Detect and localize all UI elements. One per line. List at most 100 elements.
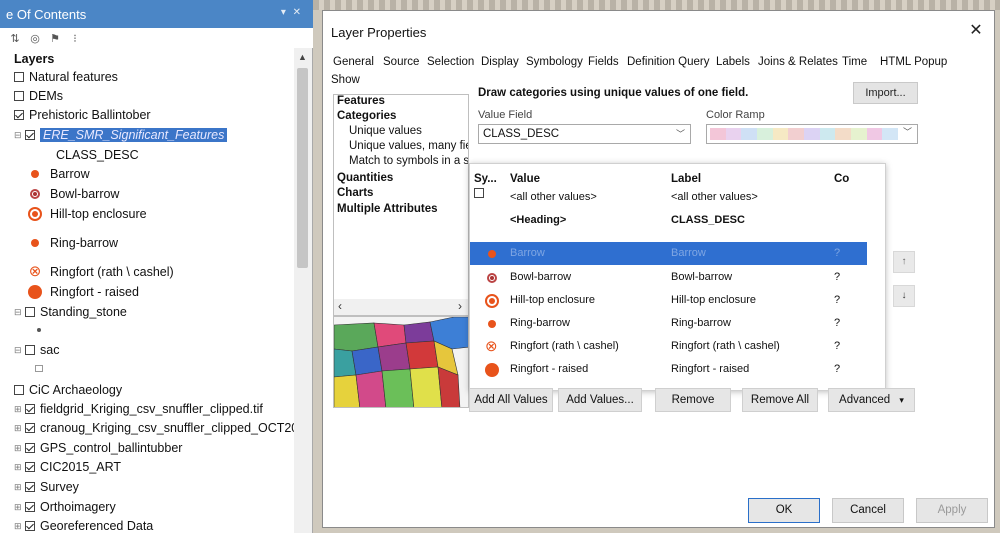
category-match-to-symbols[interactable]: Match to symbols in a st [349,155,468,167]
layer-standing-stone[interactable]: ⊟ Standing_stone [14,303,127,321]
tab-source[interactable]: Source [383,56,419,68]
tab-joins-relates[interactable]: Joins & Relates [758,56,838,68]
table-row[interactable]: ⊗ Ringfort (rath \ cashel) Ringfort (rat… [470,335,867,358]
move-up-arrow-icon[interactable]: ↑ [893,251,915,273]
expand-icon[interactable]: ⊞ [14,482,23,493]
table-row-selected[interactable]: Barrow Barrow ? [470,242,867,265]
table-row[interactable]: <Heading> CLASS_DESC [470,209,867,232]
checkbox[interactable] [25,423,35,433]
close-icon[interactable]: ✕ [964,19,988,43]
checkbox[interactable] [14,91,24,101]
category-unique-values-many[interactable]: Unique values, many fie [349,140,468,152]
expand-icon[interactable]: ⊞ [14,462,23,473]
table-row[interactable]: Ring-barrow Ring-barrow ? [470,312,867,335]
collapse-icon[interactable]: ⊟ [14,345,23,356]
checkbox[interactable] [25,502,35,512]
category-multiple-attributes[interactable]: Multiple Attributes [337,203,438,215]
value-field-select[interactable]: CLASS_DESC ﹀ [478,124,691,144]
category-features[interactable]: Features [337,95,385,107]
layer-cic-archaeology[interactable]: CiC Archaeology [14,381,122,399]
category-unique-values[interactable]: Unique values [349,125,422,137]
category-quantities[interactable]: Quantities [337,172,393,184]
draw-categories-label: Draw categories using unique values of o… [478,87,749,99]
chevron-down-icon: ﹀ [902,127,912,137]
checkbox[interactable] [25,521,35,531]
horizontal-scrollbar[interactable]: ‹ › [334,299,468,315]
expand-icon[interactable]: ⊞ [14,443,23,454]
checkbox[interactable] [25,345,35,355]
list-by-drawing-order-icon[interactable]: ⇅ [8,32,22,45]
layer-cranoug[interactable]: ⊞ cranoug_Kriging_csv_snuffler_clipped_OC… [14,419,298,437]
color-ramp-swatch-cell [819,128,836,140]
add-values-button[interactable]: Add Values... [558,388,642,412]
checkbox[interactable] [25,443,35,453]
scrollbar-thumb[interactable] [297,68,308,268]
layer-orthoimagery[interactable]: ⊞ Orthoimagery [14,498,116,516]
scroll-left-icon[interactable]: ‹ [338,299,342,313]
layer-cic2015[interactable]: ⊞ CIC2015_ART [14,458,121,476]
ok-button[interactable]: OK [748,498,820,523]
table-row[interactable]: Ringfort - raised Ringfort - raised ? [470,358,867,381]
layer-georeferenced-data[interactable]: ⊞ Georeferenced Data [14,517,153,533]
expand-icon[interactable]: ⊞ [14,521,23,532]
tab-general[interactable]: General [333,56,374,68]
column-header-count[interactable]: Co [834,173,849,185]
checkbox[interactable] [25,462,35,472]
layer-fieldgrid[interactable]: ⊞ fieldgrid_Kriging_csv_snuffler_clipped.… [14,400,263,418]
checkbox[interactable] [474,188,484,198]
expand-icon[interactable]: ⊞ [14,502,23,513]
layer-natural-features[interactable]: Natural features [14,68,118,86]
checkbox[interactable] [25,404,35,414]
checkbox[interactable] [25,130,35,140]
checkbox[interactable] [25,307,35,317]
remove-all-button[interactable]: Remove All [742,388,818,412]
expand-icon[interactable]: ⊞ [14,404,23,415]
add-all-values-button[interactable]: Add All Values [469,388,553,412]
layer-dems[interactable]: DEMs [14,87,63,105]
tab-display[interactable]: Display [481,56,519,68]
tab-definition-query[interactable]: Definition Query [627,56,709,68]
remove-button[interactable]: Remove [655,388,731,412]
tab-selection[interactable]: Selection [427,56,474,68]
tab-fields[interactable]: Fields [588,56,619,68]
layer-prehistoric-ballintober[interactable]: Prehistoric Ballintober [14,106,151,124]
tab-html-popup[interactable]: HTML Popup [880,56,947,68]
column-header-value[interactable]: Value [510,173,540,185]
collapse-icon[interactable]: ⊟ [14,130,23,141]
column-header-label[interactable]: Label [671,173,701,185]
checkbox[interactable] [14,385,24,395]
tab-symbology[interactable]: Symbology [526,56,583,68]
layer-ere-smr[interactable]: ⊟ ERE_SMR_Significant_Features [14,126,228,144]
layer-sac[interactable]: ⊟ sac [14,341,59,359]
layer-gps-control[interactable]: ⊞ GPS_control_ballintubber [14,439,182,457]
apply-button[interactable]: Apply [916,498,988,523]
table-row[interactable]: Hill-top enclosure Hill-top enclosure ? [470,289,867,312]
layer-survey[interactable]: ⊞ Survey [14,478,79,496]
color-ramp-select[interactable]: ﹀ [706,124,918,144]
color-ramp-swatch-cell [804,128,820,140]
category-categories[interactable]: Categories [337,110,396,122]
tab-time[interactable]: Time [842,56,867,68]
list-by-visibility-icon[interactable]: ⚑ [48,32,62,45]
checkbox[interactable] [14,72,24,82]
category-charts[interactable]: Charts [337,187,373,199]
toc-scrollbar[interactable]: ▲ [294,48,312,533]
advanced-button[interactable]: Advanced ▾ [828,388,915,412]
list-by-source-icon[interactable]: ◎ [28,32,42,45]
column-header-symbol[interactable]: Sy... [474,173,497,185]
move-down-arrow-icon[interactable]: ↓ [893,285,915,307]
checkbox[interactable] [25,482,35,492]
expand-icon[interactable]: ⊞ [14,423,23,434]
toc-toolbar: ⇅ ◎ ⚑ ⁝ [0,28,313,48]
cancel-button[interactable]: Cancel [832,498,904,523]
pin-icon[interactable]: ▾ ✕ [281,7,303,18]
scroll-up-arrow-icon[interactable]: ▲ [298,52,307,62]
collapse-icon[interactable]: ⊟ [14,307,23,318]
table-row[interactable]: <all other values> <all other values> [470,186,867,209]
tab-labels[interactable]: Labels [716,56,750,68]
table-row[interactable]: Bowl-barrow Bowl-barrow ? [470,266,867,289]
checkbox[interactable] [14,110,24,120]
import-button[interactable]: Import... [853,82,918,104]
list-by-selection-icon[interactable]: ⁝ [68,32,82,45]
scroll-right-icon[interactable]: › [458,299,462,313]
